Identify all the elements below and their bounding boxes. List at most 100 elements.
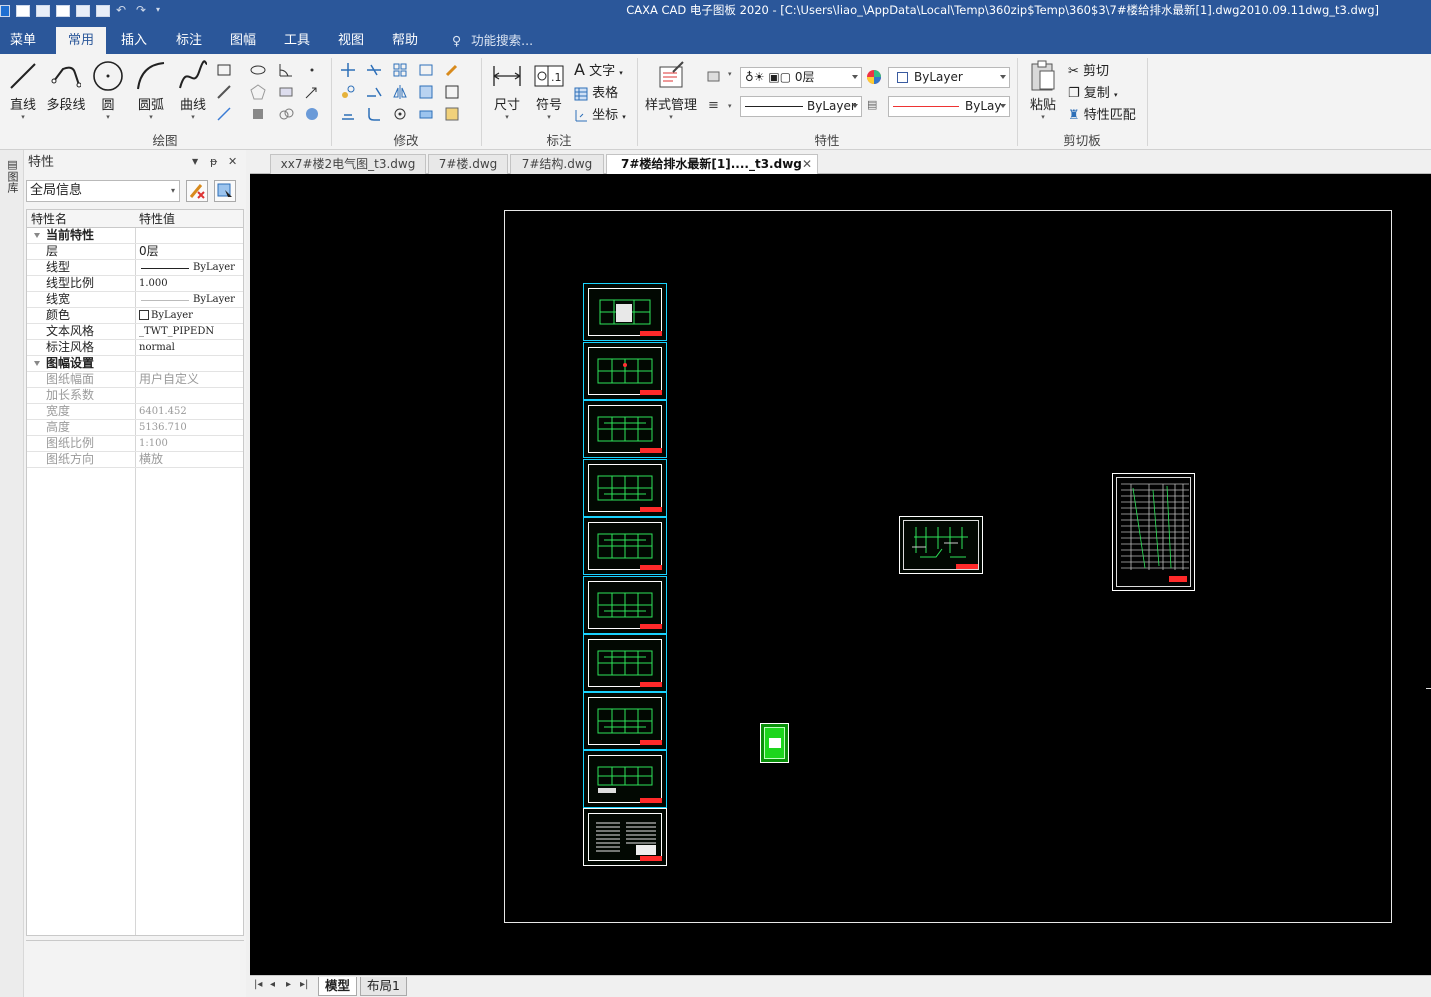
extend-icon[interactable] xyxy=(366,84,382,100)
arc-button[interactable]: 圆弧 ▾ xyxy=(134,58,168,121)
group-current-properties[interactable]: 当前特性 xyxy=(27,228,243,244)
lineweight-combo[interactable]: ByLay xyxy=(888,96,1010,117)
first-layout-icon[interactable]: |◂ xyxy=(254,979,262,990)
tab-annotate[interactable]: 标注 xyxy=(164,27,214,54)
mirror-icon[interactable] xyxy=(392,84,408,100)
match-properties-button[interactable]: ♜ 特性匹配 xyxy=(1068,104,1136,123)
drawing-sheet[interactable] xyxy=(583,576,667,634)
copy-objects-icon[interactable] xyxy=(340,84,356,100)
panel-close-icon[interactable]: ✕ xyxy=(228,155,237,168)
tab-view[interactable]: 视图 xyxy=(326,27,376,54)
image-icon[interactable] xyxy=(304,106,320,122)
lineweight-icon[interactable]: ▤ xyxy=(867,98,877,111)
brush-icon[interactable] xyxy=(444,62,460,78)
copy-button[interactable]: ❐ 复制 ▾ xyxy=(1068,82,1117,101)
doc-tab-building[interactable]: 7#楼.dwg xyxy=(428,154,508,174)
rotate-icon[interactable] xyxy=(392,106,408,122)
table-button[interactable]: 表格 xyxy=(574,82,618,101)
cloud-icon[interactable] xyxy=(278,106,294,122)
centerline-icon[interactable] xyxy=(278,84,294,100)
break-icon[interactable] xyxy=(418,106,434,122)
tab-tools[interactable]: 工具 xyxy=(272,27,322,54)
save-as-icon[interactable] xyxy=(76,5,90,17)
property-row-dim-style[interactable]: 标注风格 normal xyxy=(27,340,243,356)
drawing-sheet[interactable] xyxy=(583,808,667,866)
ellipse-icon[interactable] xyxy=(250,62,266,78)
app-icon[interactable] xyxy=(0,5,10,17)
block-icon[interactable] xyxy=(250,106,266,122)
menu-main[interactable]: 菜单 xyxy=(0,27,46,54)
layer-combo[interactable]: ♁☀ ▣▢ 0层 xyxy=(740,67,862,88)
select-objects-button[interactable] xyxy=(214,180,236,202)
drawing-sheet[interactable] xyxy=(583,750,667,808)
undo-icon[interactable]: ↶ xyxy=(116,4,130,17)
property-row-lineweight[interactable]: 线宽 ByLayer xyxy=(27,292,243,308)
feature-search[interactable]: ♀ 功能搜索... xyxy=(452,27,533,54)
drawing-sheet[interactable] xyxy=(583,459,667,517)
layout-tab-layout1[interactable]: 布局1 xyxy=(360,977,407,996)
tab-close-icon[interactable]: ✕ xyxy=(802,155,812,174)
last-layout-icon[interactable]: ▸| xyxy=(300,979,308,990)
linetype-list-icon[interactable]: ≡ xyxy=(708,98,719,113)
property-row-linetype-scale[interactable]: 线型比例 1.000 xyxy=(27,276,243,292)
array-icon[interactable] xyxy=(392,62,408,78)
explode-icon[interactable] xyxy=(444,84,460,100)
polyline-button[interactable]: 多段线 xyxy=(44,58,88,113)
xline-icon[interactable] xyxy=(216,106,232,122)
tab-insert[interactable]: 插入 xyxy=(110,27,158,54)
trim-icon[interactable] xyxy=(366,62,382,78)
offset-icon[interactable] xyxy=(340,106,356,122)
edit-icon[interactable] xyxy=(444,106,460,122)
property-row-linetype[interactable]: 线型 ByLayer xyxy=(27,260,243,276)
schedule-table-sheet[interactable] xyxy=(1112,473,1195,591)
stretch-icon[interactable] xyxy=(418,62,434,78)
tab-home[interactable]: 常用 xyxy=(56,27,106,54)
text-button[interactable]: A 文字 ▾ xyxy=(574,60,623,79)
customize-dropdown-icon[interactable]: ▾ xyxy=(156,5,170,17)
new-file-icon[interactable] xyxy=(16,5,30,17)
color-wheel-icon[interactable] xyxy=(866,69,882,85)
circle-button[interactable]: 圆 ▾ xyxy=(92,58,124,121)
linetype-combo[interactable]: ByLayer xyxy=(740,96,862,117)
hatch-line-icon[interactable] xyxy=(216,84,232,100)
property-scope-select[interactable]: 全局信息 ▾ xyxy=(26,180,180,202)
panel-dropdown-icon[interactable]: ▼ xyxy=(192,157,198,166)
property-row-text-style[interactable]: 文本风格 _TWT_PIPEDN xyxy=(27,324,243,340)
drawing-sheet[interactable] xyxy=(583,634,667,692)
drawing-sheet[interactable] xyxy=(583,692,667,750)
symbol-button[interactable]: .1 符号 ▾ xyxy=(532,58,566,121)
line-button[interactable]: 直线 ▾ xyxy=(6,58,40,121)
property-row-layer[interactable]: 层 0层 xyxy=(27,244,243,260)
group-sheet-settings[interactable]: 图幅设置 xyxy=(27,356,243,372)
polygon-icon[interactable] xyxy=(250,84,266,100)
doc-tab-electrical[interactable]: xx7#楼2电气图_t3.dwg xyxy=(270,154,426,174)
color-combo[interactable]: ByLayer xyxy=(888,67,1010,88)
redo-icon[interactable]: ↷ xyxy=(136,4,150,17)
layer-manager-icon[interactable] xyxy=(706,68,722,84)
move-icon[interactable] xyxy=(340,62,356,78)
drawing-sheet[interactable] xyxy=(583,283,667,341)
doc-tab-structure[interactable]: 7#结构.dwg xyxy=(510,154,604,174)
save-icon[interactable] xyxy=(56,5,70,17)
dimension-button[interactable]: 尺寸 ▾ xyxy=(490,58,524,121)
drawing-sheet[interactable] xyxy=(583,342,667,400)
print-icon[interactable] xyxy=(96,5,110,17)
prev-layout-icon[interactable]: ◂ xyxy=(270,979,275,990)
paste-button[interactable]: 粘贴 ▾ xyxy=(1024,58,1062,121)
scale-icon[interactable] xyxy=(418,84,434,100)
quick-select-button[interactable] xyxy=(186,180,208,202)
library-tab[interactable]: ▤图库 xyxy=(4,158,19,193)
open-folder-icon[interactable] xyxy=(36,5,50,17)
tab-sheet[interactable]: 图幅 xyxy=(218,27,268,54)
property-row-color[interactable]: 颜色 ByLayer xyxy=(27,308,243,324)
linetype-list-dropdown-icon[interactable]: ▾ xyxy=(728,102,732,110)
drawing-sheet[interactable] xyxy=(583,400,667,458)
layout-tab-model[interactable]: 模型 xyxy=(318,977,358,996)
coordinate-button[interactable]: 坐标 ▾ xyxy=(574,104,626,123)
style-manager-button[interactable]: 样式管理 ▾ xyxy=(642,58,700,121)
doc-tab-plumbing[interactable]: 7#楼给排水最新[1]...._t3.dwg ✕ xyxy=(606,154,818,174)
curve-button[interactable]: 曲线 ▾ xyxy=(175,58,211,121)
tab-help[interactable]: 帮助 xyxy=(380,27,430,54)
next-layout-icon[interactable]: ▸ xyxy=(286,979,291,990)
drawing-sheet[interactable] xyxy=(583,517,667,575)
